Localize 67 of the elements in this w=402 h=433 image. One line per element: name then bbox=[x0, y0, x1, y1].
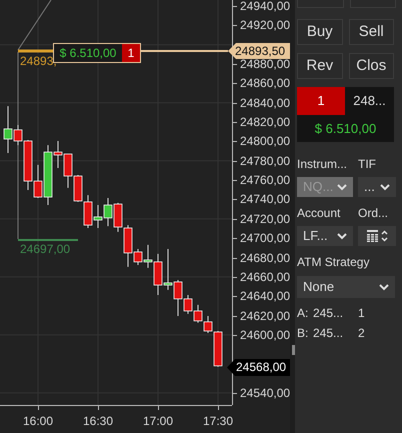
position-quantity: 1 bbox=[297, 87, 345, 115]
candle bbox=[84, 194, 92, 228]
order-button[interactable]: Rev bbox=[297, 53, 342, 79]
price-axis-label: 24920,00 bbox=[240, 18, 290, 32]
chevron-down-icon bbox=[337, 184, 347, 190]
bracket-name: B: bbox=[297, 325, 310, 341]
candle bbox=[194, 304, 202, 324]
calculator-icon bbox=[366, 230, 378, 242]
entry-line bbox=[18, 50, 53, 52]
stop-line bbox=[18, 239, 78, 241]
order-button[interactable]: Clos bbox=[348, 53, 394, 79]
price-axis-label: 24800,00 bbox=[240, 134, 290, 148]
order-button[interactable]: Sell bbox=[348, 19, 394, 45]
candle bbox=[114, 202, 122, 232]
price-axis-label: 24700,00 bbox=[240, 231, 290, 246]
entry-price-label: 24893, bbox=[20, 54, 57, 68]
price-axis-label: 24820,00 bbox=[240, 115, 290, 130]
last-price-marker: 24568,00 bbox=[227, 359, 290, 376]
candle bbox=[104, 198, 112, 227]
bracket-quantity: 1 bbox=[358, 305, 365, 321]
chevron-down-icon bbox=[337, 232, 347, 240]
candle bbox=[164, 248, 172, 290]
dropdown[interactable]: LF... bbox=[297, 226, 353, 246]
bracket-price: 245... bbox=[313, 305, 344, 321]
position-price: 248... bbox=[345, 87, 394, 115]
account-label: Account bbox=[297, 205, 342, 221]
time-axis-label: 17:30 bbox=[202, 414, 234, 428]
time-axis-label: 16:30 bbox=[82, 414, 114, 428]
price-axis-label: 24860,00 bbox=[240, 76, 290, 90]
chevron-down-icon bbox=[379, 284, 389, 290]
bracket-name: A: bbox=[297, 305, 310, 321]
price-axis-label: 24880,00 bbox=[240, 57, 290, 72]
price-axis-label: 24540,00 bbox=[240, 386, 290, 400]
candle bbox=[64, 154, 72, 188]
quantity-flag: 1 bbox=[122, 44, 140, 62]
price-axis-label: 24760,00 bbox=[240, 173, 290, 188]
entry-price-marker: 24893,50 bbox=[228, 43, 290, 59]
price-axis-label: 24680,00 bbox=[240, 250, 290, 264]
bracket-quantity: 2 bbox=[358, 325, 365, 341]
tif-label: TIF bbox=[358, 156, 377, 172]
price-axis-label: 24640,00 bbox=[240, 289, 290, 304]
price-axis-label: 24620,00 bbox=[240, 308, 290, 323]
stop-price-label: 24697,00 bbox=[20, 242, 70, 256]
trend-line bbox=[18, 0, 52, 50]
time-axis-label: 17:00 bbox=[142, 414, 174, 428]
candle bbox=[94, 204, 102, 228]
candle bbox=[74, 174, 82, 202]
dropdown[interactable]: None bbox=[297, 276, 395, 298]
pnl-flag: $ 6.510,00 bbox=[54, 44, 122, 62]
price-axis-label: 24660,00 bbox=[240, 270, 290, 284]
price-axis-label: 24720,00 bbox=[240, 212, 290, 226]
up-down-arrows-icon bbox=[380, 230, 388, 242]
chevron-down-icon bbox=[380, 184, 390, 190]
order-quantity-label: Ord... bbox=[358, 205, 390, 221]
time-axis-label: 16:00 bbox=[22, 414, 54, 428]
price-axis-label: 24940,00 bbox=[240, 0, 290, 14]
price-axis-label: 24600,00 bbox=[240, 328, 290, 342]
price-axis-label: 24740,00 bbox=[240, 192, 290, 206]
dropdown[interactable]: ... bbox=[358, 177, 396, 197]
position-pnl: $ 6.510,00 bbox=[297, 115, 394, 142]
price-axis-label: 24780,00 bbox=[240, 154, 290, 168]
quantity-spinner[interactable] bbox=[358, 226, 396, 246]
price-axis-label: 24840,00 bbox=[240, 96, 290, 110]
order-button[interactable]: Buy bbox=[297, 19, 342, 45]
atm-strategy-label: ATM Strategy bbox=[297, 254, 370, 270]
instrument-label: Instrum... bbox=[297, 156, 348, 172]
bracket-price: 245... bbox=[313, 325, 344, 341]
